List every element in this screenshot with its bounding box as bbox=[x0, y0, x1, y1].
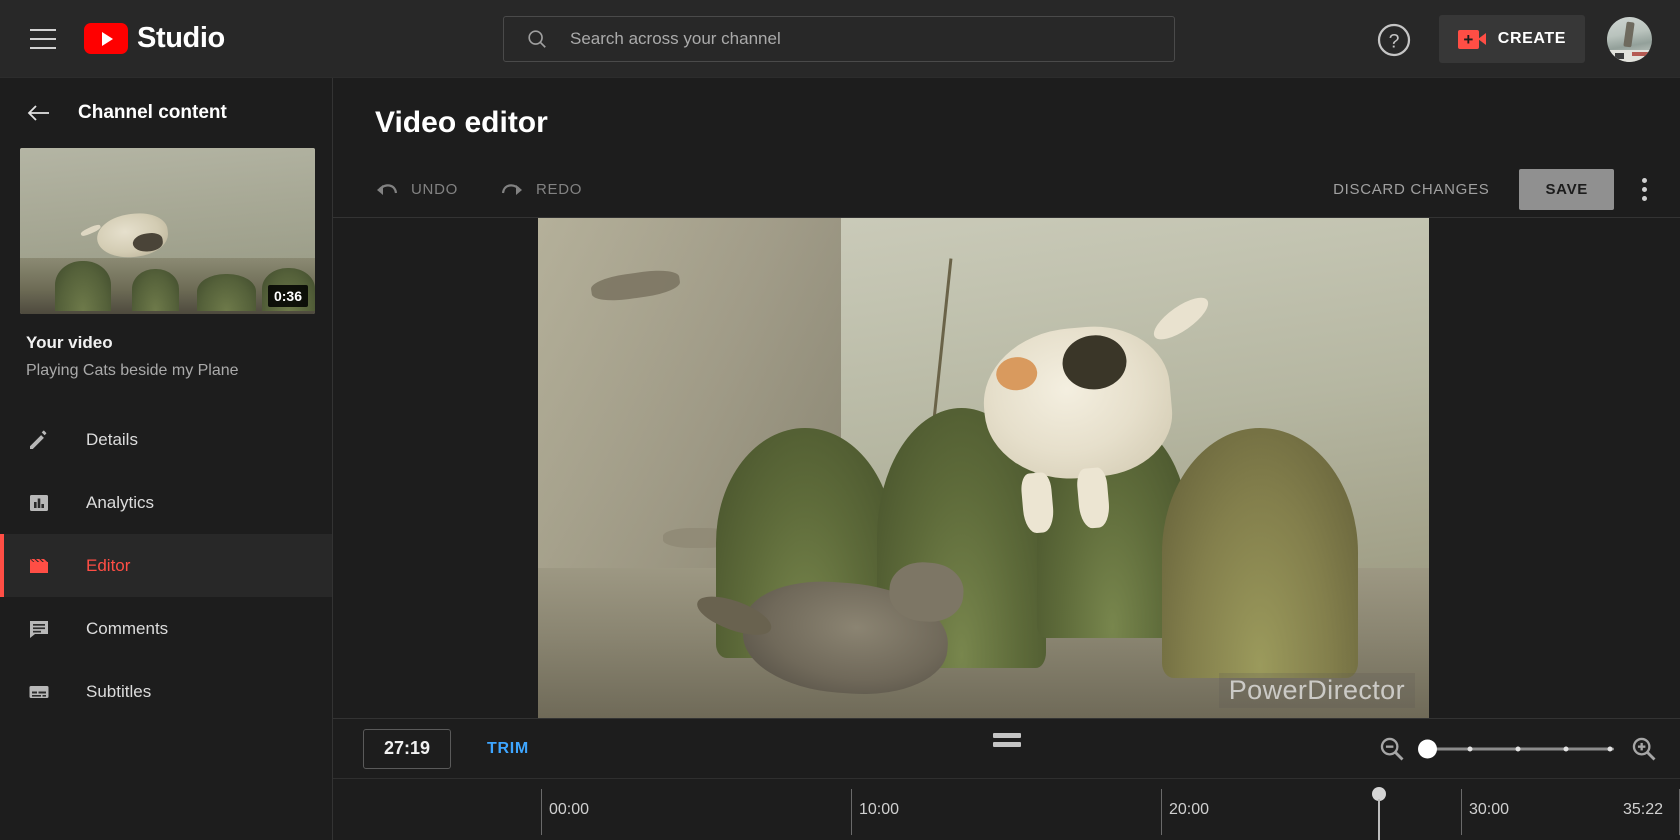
sidebar-item-analytics[interactable]: Analytics bbox=[0, 471, 332, 534]
avatar[interactable] bbox=[1607, 17, 1652, 62]
video-thumbnail[interactable]: 0:36 bbox=[20, 148, 315, 314]
sidebar-item-label: Editor bbox=[86, 555, 131, 575]
sidebar-item-label: Subtitles bbox=[86, 681, 152, 701]
main-content: Video editor UNDO REDO DISCARD CHANGES S… bbox=[333, 78, 1680, 840]
undo-button[interactable]: UNDO bbox=[375, 180, 458, 200]
sidebar-item-details[interactable]: Details bbox=[0, 408, 332, 471]
timeline-controls: 27:19 TRIM bbox=[333, 718, 1680, 778]
sidebar-header: Channel content bbox=[0, 78, 332, 148]
sidebar-item-label: Comments bbox=[86, 618, 169, 638]
youtube-studio-video-editor: Studio ? CREATE bbox=[0, 0, 1680, 840]
redo-label: REDO bbox=[535, 181, 583, 198]
comment-icon bbox=[26, 616, 52, 642]
ruler-label: 00:00 bbox=[549, 801, 590, 818]
zoom-slider-knob[interactable] bbox=[1418, 739, 1437, 758]
video-camera-plus-icon bbox=[1457, 29, 1486, 49]
powerdirector-watermark: PowerDirector bbox=[1218, 673, 1415, 708]
save-button[interactable]: SAVE bbox=[1519, 169, 1614, 210]
studio-logo[interactable]: Studio bbox=[84, 22, 225, 55]
youtube-logo-icon bbox=[84, 23, 128, 54]
sidebar-item-label: Analytics bbox=[86, 492, 155, 512]
clapperboard-icon bbox=[26, 553, 52, 579]
ruler-label: 10:00 bbox=[859, 801, 900, 818]
timeline-ruler[interactable]: 00:00 10:00 20:00 30:00 35:22 bbox=[333, 778, 1680, 840]
redo-arrow-icon bbox=[501, 183, 522, 195]
sidebar-item-comments[interactable]: Comments bbox=[0, 597, 332, 660]
trim-button[interactable]: TRIM bbox=[481, 732, 535, 766]
ruler-label: 20:00 bbox=[1169, 801, 1210, 818]
search-bar[interactable] bbox=[503, 16, 1175, 62]
drag-handle-icon[interactable] bbox=[992, 733, 1021, 747]
back-arrow-icon[interactable] bbox=[26, 103, 52, 123]
video-label: Your video bbox=[26, 333, 113, 352]
sidebar-item-label: Details bbox=[86, 429, 138, 449]
svg-text:?: ? bbox=[1389, 31, 1400, 53]
search-icon bbox=[528, 30, 546, 48]
video-stage: PowerDirector bbox=[333, 218, 1680, 718]
page-title: Video editor bbox=[375, 106, 548, 139]
video-name: Playing Cats beside my Plane bbox=[26, 362, 239, 379]
sidebar-item-subtitles[interactable]: Subtitles bbox=[0, 660, 332, 723]
hamburger-icon[interactable] bbox=[30, 28, 56, 49]
zoom-controls bbox=[1378, 735, 1658, 763]
top-bar: Studio ? CREATE bbox=[0, 0, 1680, 78]
pencil-icon bbox=[26, 427, 52, 453]
help-circle-icon[interactable]: ? bbox=[1376, 22, 1412, 58]
redo-button[interactable]: REDO bbox=[500, 180, 582, 200]
sidebar-item-editor[interactable]: Editor bbox=[0, 534, 332, 597]
zoom-out-icon[interactable] bbox=[1378, 735, 1406, 763]
current-time-field[interactable]: 27:19 bbox=[363, 728, 451, 769]
subtitles-icon bbox=[26, 679, 52, 705]
video-player[interactable]: PowerDirector bbox=[538, 218, 1429, 718]
bar-chart-icon bbox=[26, 490, 52, 516]
video-duration-badge: 0:36 bbox=[267, 285, 308, 307]
toolbar-actions: DISCARD CHANGES SAVE bbox=[1319, 169, 1680, 210]
sidebar-nav: Details Analytics Editor Comments Subtit… bbox=[0, 408, 332, 723]
playhead[interactable] bbox=[1372, 787, 1386, 840]
sidebar-header-title: Channel content bbox=[78, 102, 227, 123]
kebab-menu-icon[interactable] bbox=[1630, 173, 1658, 207]
brand-name: Studio bbox=[137, 22, 225, 54]
undo-arrow-icon bbox=[377, 183, 398, 195]
create-button-label: CREATE bbox=[1497, 30, 1566, 47]
ruler-label: 30:00 bbox=[1469, 801, 1510, 818]
zoom-in-icon[interactable] bbox=[1630, 735, 1658, 763]
search-input[interactable] bbox=[570, 29, 1174, 49]
discard-changes-button[interactable]: DISCARD CHANGES bbox=[1319, 171, 1503, 208]
sidebar: Channel content 0:36 Your video Playing … bbox=[0, 78, 333, 840]
undo-label: UNDO bbox=[411, 181, 458, 198]
zoom-slider[interactable] bbox=[1418, 738, 1614, 760]
create-button[interactable]: CREATE bbox=[1438, 15, 1585, 63]
editor-toolbar: UNDO REDO DISCARD CHANGES SAVE bbox=[333, 162, 1680, 218]
